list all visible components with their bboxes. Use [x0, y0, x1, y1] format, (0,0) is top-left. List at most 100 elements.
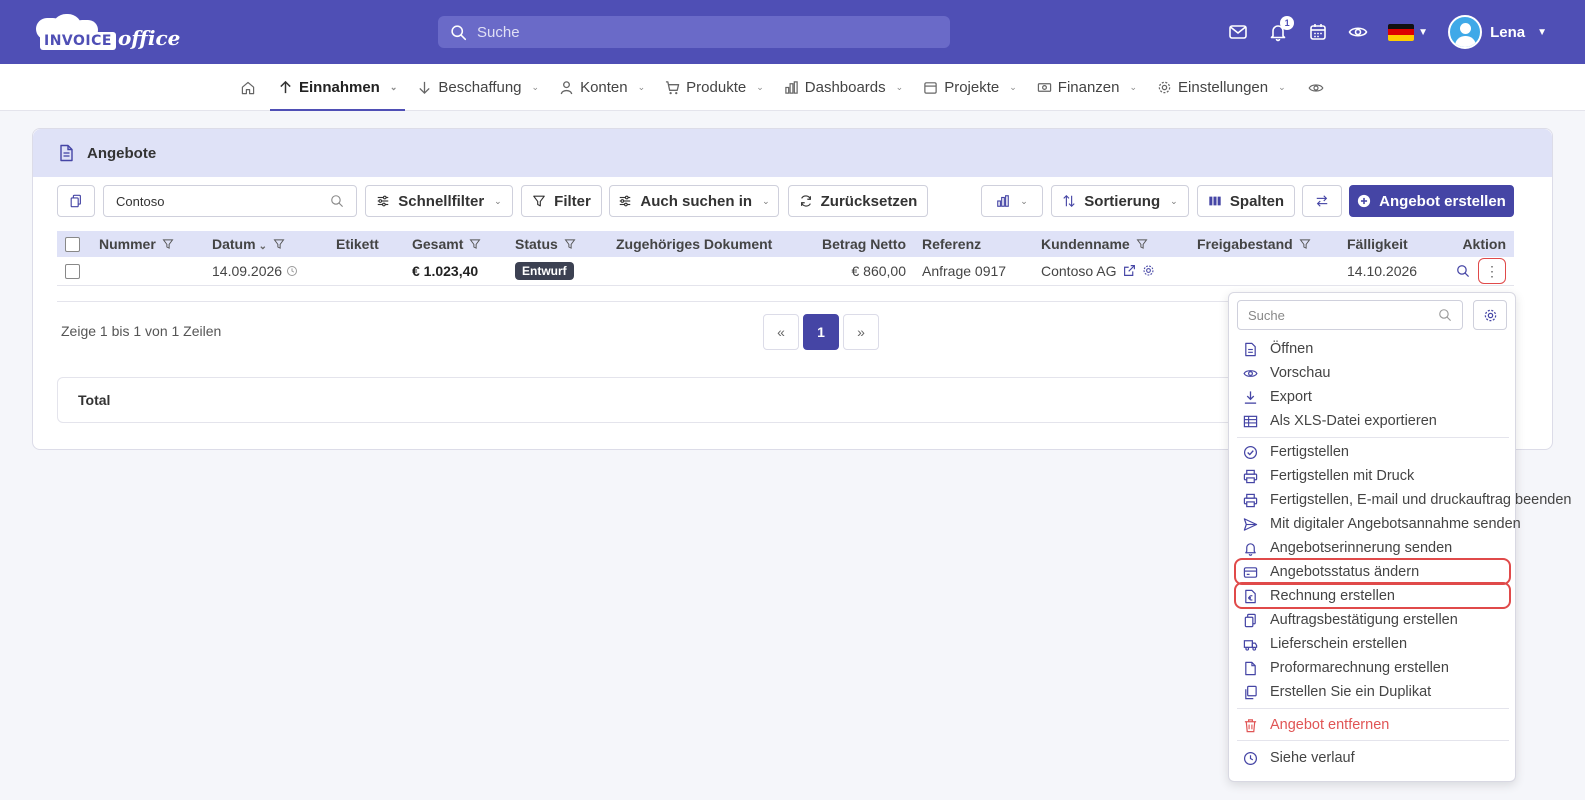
- menu-history[interactable]: Siehe verlauf: [1243, 747, 1355, 769]
- header-label[interactable]: Etikett: [328, 231, 404, 257]
- header-total-label: Gesamt: [412, 236, 464, 252]
- filter-icon[interactable]: [162, 238, 174, 250]
- more-options-kebab-icon[interactable]: ⋮: [1478, 257, 1506, 284]
- menu-reminder[interactable]: Angebotserinnerung senden: [1243, 537, 1452, 559]
- search-in-button[interactable]: Auch suchen in ⌄: [609, 185, 779, 217]
- swap-button[interactable]: [1302, 185, 1342, 217]
- row-checkbox[interactable]: [65, 264, 80, 280]
- pager-prev-button[interactable]: «: [763, 314, 799, 350]
- table-search-field[interactable]: Contoso: [103, 185, 357, 217]
- menu-finalize-email[interactable]: Fertigstellen, E-mail und druckauftrag b…: [1243, 489, 1571, 511]
- reset-button[interactable]: Zurücksetzen: [788, 185, 928, 217]
- sorting-button[interactable]: Sortierung ⌄: [1051, 185, 1189, 217]
- menu-preview[interactable]: Vorschau: [1243, 362, 1330, 384]
- menu-order-confirmation[interactable]: Auftragsbestätigung erstellen: [1243, 609, 1458, 631]
- nav-label: Finanzen: [1057, 79, 1120, 96]
- gear-icon: [1158, 81, 1171, 94]
- menu-export[interactable]: Export: [1243, 386, 1312, 408]
- table-search-input[interactable]: Contoso: [116, 194, 164, 209]
- header-total[interactable]: Gesamt: [404, 231, 507, 257]
- nav-einnahmen[interactable]: Einnahmen ⌄: [270, 64, 406, 111]
- home-icon[interactable]: [240, 80, 256, 96]
- avatar[interactable]: [1448, 15, 1483, 49]
- filter-button[interactable]: Filter: [521, 185, 602, 217]
- menu-proforma[interactable]: Proformarechnung erstellen: [1243, 657, 1449, 679]
- row-select[interactable]: [57, 257, 91, 286]
- filter-icon[interactable]: [564, 238, 576, 250]
- header-release-label: Freigabestand: [1197, 236, 1293, 252]
- menu-delete-offer[interactable]: Angebot entfernen: [1243, 714, 1389, 736]
- header-related-doc[interactable]: Zugehöriges Dokument: [608, 231, 788, 257]
- nav-konten[interactable]: Konten ⌄: [551, 64, 653, 111]
- menu-settings-button[interactable]: [1473, 300, 1507, 330]
- gear-icon: [1484, 309, 1496, 321]
- quickfilter-button[interactable]: Schnellfilter ⌄: [365, 185, 513, 217]
- menu-finalize-print[interactable]: Fertigstellen mit Druck: [1243, 465, 1414, 487]
- nav-dashboards[interactable]: Dashboards ⌄: [776, 64, 911, 111]
- menu-duplicate[interactable]: Erstellen Sie ein Duplikat: [1243, 681, 1431, 703]
- select-all-checkbox[interactable]: [65, 237, 80, 253]
- header-select-all[interactable]: [57, 231, 91, 257]
- nav-projekte[interactable]: Projekte ⌄: [915, 64, 1025, 111]
- german-flag-icon[interactable]: [1388, 23, 1415, 41]
- columns-button[interactable]: Spalten: [1197, 185, 1295, 217]
- reset-label: Zurücksetzen: [820, 192, 918, 210]
- sort-chevron-icon[interactable]: ⌄: [259, 241, 267, 252]
- copy-button[interactable]: [57, 185, 95, 217]
- header-date[interactable]: Datum ⌄: [204, 231, 328, 257]
- chart-button[interactable]: ⌄: [981, 185, 1043, 217]
- nav-produkte[interactable]: Produkte ⌄: [657, 64, 772, 111]
- nav-finanzen[interactable]: Finanzen ⌄: [1029, 64, 1145, 111]
- customer-name[interactable]: Contoso AG: [1041, 263, 1117, 279]
- header-reference[interactable]: Referenz: [914, 231, 1033, 257]
- gear-icon[interactable]: [1142, 264, 1155, 277]
- bell-icon[interactable]: 1: [1268, 16, 1295, 42]
- global-search-input[interactable]: [477, 23, 917, 41]
- menu-finalize[interactable]: Fertigstellen: [1243, 441, 1349, 463]
- table-row[interactable]: 14.09.2026 € 1.023,40 Entwurf € 860,00 A…: [57, 257, 1514, 286]
- nav-beschaffung[interactable]: Beschaffung ⌄: [409, 64, 547, 111]
- search-icon[interactable]: [1456, 264, 1470, 278]
- header-release[interactable]: Freigabestand: [1189, 231, 1339, 257]
- clock-icon: [287, 265, 298, 276]
- calendar-icon[interactable]: [1308, 22, 1328, 42]
- language-chevron-down-icon[interactable]: ▼: [1418, 27, 1428, 38]
- eye-icon[interactable]: [1308, 80, 1324, 96]
- global-search[interactable]: [438, 16, 950, 48]
- mail-icon[interactable]: [1228, 22, 1248, 42]
- filter-icon[interactable]: [273, 238, 285, 250]
- cell-customer: Contoso AG: [1033, 257, 1189, 286]
- user-name[interactable]: Lena: [1490, 24, 1525, 41]
- header-status[interactable]: Status: [507, 231, 608, 257]
- menu-open[interactable]: Öffnen: [1243, 338, 1313, 360]
- header-due[interactable]: Fälligkeit: [1339, 231, 1439, 257]
- header-number[interactable]: Nummer: [91, 231, 204, 257]
- menu-label: Fertigstellen mit Druck: [1270, 468, 1415, 484]
- header-net[interactable]: Betrag Netto: [788, 231, 914, 257]
- user-chevron-down-icon[interactable]: ▼: [1537, 27, 1547, 38]
- menu-search-field[interactable]: Suche: [1237, 300, 1463, 330]
- external-link-icon[interactable]: [1123, 264, 1136, 277]
- pager-page-1[interactable]: 1: [803, 314, 839, 350]
- filter-icon[interactable]: [1136, 238, 1148, 250]
- chevron-down-icon: ⌄: [1009, 82, 1017, 92]
- menu-search-input[interactable]: Suche: [1248, 308, 1285, 323]
- chevron-down-icon: ⌄: [1278, 82, 1286, 92]
- filter-icon[interactable]: [1299, 238, 1311, 250]
- header-customer[interactable]: Kundenname: [1033, 231, 1189, 257]
- columns-label: Spalten: [1229, 192, 1285, 210]
- header-number-label: Nummer: [99, 236, 156, 252]
- nav-einstellungen[interactable]: Einstellungen ⌄: [1149, 64, 1294, 111]
- menu-export-xls[interactable]: Als XLS-Datei exportieren: [1243, 410, 1437, 432]
- copy-icon: [70, 194, 81, 208]
- chevron-down-icon: ⌄: [1020, 195, 1028, 206]
- filter-icon[interactable]: [469, 238, 481, 250]
- sliders-icon: [378, 195, 389, 207]
- menu-delivery-note[interactable]: Lieferschein erstellen: [1243, 633, 1407, 655]
- menu-digital-send[interactable]: Mit digitaler Angebotsannahme senden: [1243, 513, 1521, 535]
- create-offer-button[interactable]: Angebot erstellen: [1349, 185, 1514, 217]
- logo[interactable]: INVOICE office: [32, 14, 182, 50]
- download-icon: [1244, 390, 1257, 404]
- pager-next-button[interactable]: »: [843, 314, 879, 350]
- eye-icon[interactable]: [1348, 22, 1368, 42]
